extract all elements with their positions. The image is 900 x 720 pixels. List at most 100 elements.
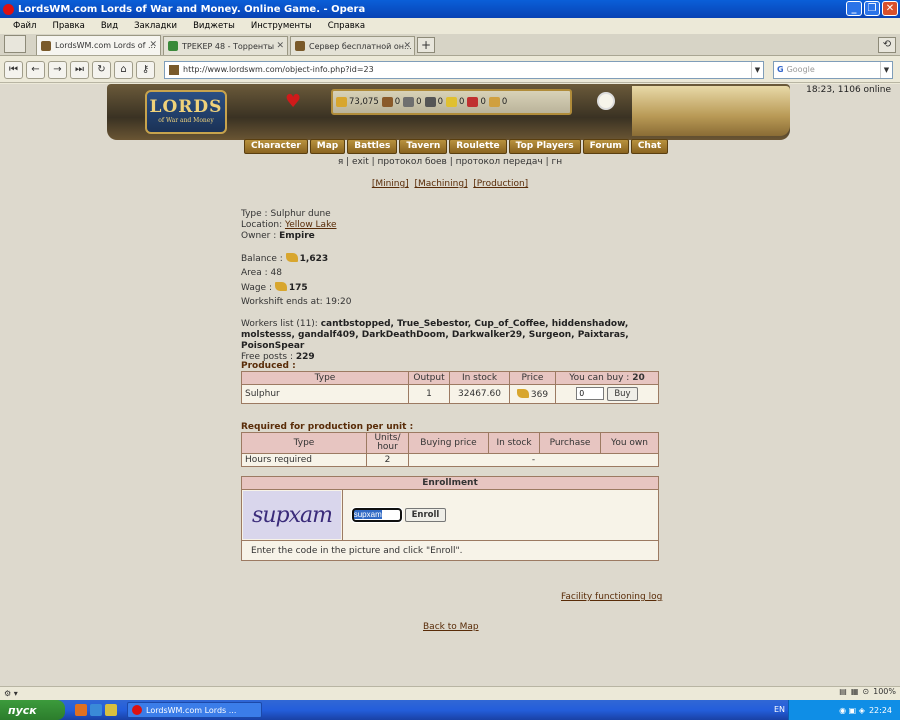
tab-close-icon[interactable]: ✕ — [403, 41, 411, 51]
nav-roulette[interactable]: Roulette — [449, 139, 507, 154]
view-icon[interactable]: ▤ — [839, 687, 847, 696]
menu-widgets[interactable]: Виджеты — [185, 21, 243, 31]
tab-bar: LordsWM.com Lords of ... ✕ ТРЕКЕР 48 - Т… — [0, 34, 900, 56]
col-units-hour: Units/ hour — [366, 432, 409, 454]
resource-crystal: 0 — [467, 97, 486, 107]
closed-tabs-icon[interactable]: ⟲ — [878, 37, 896, 53]
tab-lordswm[interactable]: LordsWM.com Lords of ... ✕ — [36, 35, 161, 55]
cell-output: 1 — [408, 384, 450, 404]
lords-logo[interactable]: LORDS of War and Money — [145, 90, 227, 134]
zoom-icon[interactable]: ⊙ — [862, 687, 869, 696]
favicon-icon — [168, 41, 178, 51]
captcha-code-input[interactable] — [350, 506, 403, 523]
type-line: Type : Sulphur dune — [241, 209, 331, 219]
location-link[interactable]: Yellow Lake — [285, 220, 337, 230]
windows-taskbar: пуск LordsWM.com Lords ... EN ◉ ▣ ◈ 22:2… — [0, 700, 900, 720]
nav-map[interactable]: Map — [309, 139, 346, 154]
address-toolbar: ⏮ ← → ⏭ ↻ ⌂ ⚷ http://www.lordswm.com/obj… — [0, 57, 900, 83]
cell-buy: Buy — [555, 384, 659, 404]
menu-view[interactable]: Вид — [93, 21, 126, 31]
quantity-input[interactable] — [576, 387, 605, 400]
gold-icon — [285, 253, 298, 262]
reload-button[interactable]: ↻ — [92, 60, 111, 79]
link-mining[interactable]: [Mining] — [372, 179, 409, 189]
close-button[interactable]: ✕ — [882, 1, 898, 16]
cell-type: Hours required — [241, 453, 367, 467]
fast-forward-button[interactable]: ⏭ — [70, 60, 89, 79]
captcha-cell: supxam — [241, 489, 343, 541]
gold-icon — [516, 388, 529, 398]
castle-panorama — [632, 86, 790, 136]
menu-edit[interactable]: Правка — [44, 21, 92, 31]
resource-gems: 0 — [488, 97, 507, 107]
page-content: LORDS of War and Money ♥ 73,075 0 0 0 0 … — [0, 84, 900, 686]
nav-battles[interactable]: Battles — [347, 139, 398, 154]
tab-close-icon[interactable]: ✕ — [149, 40, 157, 50]
forward-button[interactable]: → — [48, 60, 67, 79]
desktop-icon[interactable] — [90, 704, 102, 716]
facility-info: Type : Sulphur dune Location: Yellow Lak… — [241, 209, 661, 363]
status-bar: ⚙ ▾ ▤ ▦ ⊙ 100% — [0, 686, 900, 700]
url-field[interactable]: http://www.lordswm.com/object-info.php?i… — [164, 60, 764, 79]
col-type: Type — [241, 432, 367, 454]
nav-top-players[interactable]: Top Players — [508, 139, 581, 154]
captcha-image: supxam — [243, 491, 341, 539]
mercury-icon — [424, 97, 436, 107]
balance-line: Balance : 1,623 — [241, 253, 329, 264]
status-settings-icon[interactable]: ⚙ ▾ — [4, 689, 18, 698]
rewind-button[interactable]: ⏮ — [4, 60, 23, 79]
tab-server[interactable]: Сервер бесплатной он... ✕ — [290, 36, 415, 55]
location-line: Location: Yellow Lake — [241, 220, 337, 230]
firefox-icon[interactable] — [75, 704, 87, 716]
menu-file[interactable]: Файл — [5, 21, 44, 31]
cell-price: 369 — [509, 384, 556, 404]
menu-help[interactable]: Справка — [320, 21, 373, 31]
panel-toggle-button[interactable] — [4, 35, 26, 53]
nav-tavern[interactable]: Tavern — [399, 139, 448, 154]
taskbar-item-opera[interactable]: LordsWM.com Lords ... — [127, 702, 262, 718]
nav-chat[interactable]: Chat — [630, 139, 669, 154]
app-icon[interactable] — [105, 704, 117, 716]
zoom-level[interactable]: 100% — [873, 687, 896, 696]
link-machining[interactable]: [Machining] — [414, 179, 467, 189]
user-sublinks[interactable]: я | exit | протокол боев | протокол пере… — [0, 157, 900, 167]
ore-icon — [403, 97, 415, 107]
col-output: Output — [408, 371, 450, 385]
wand-button[interactable]: ⚷ — [136, 60, 155, 79]
home-button[interactable]: ⌂ — [114, 60, 133, 79]
image-icon[interactable]: ▦ — [851, 687, 859, 696]
facility-log-link[interactable]: Facility functioning log — [561, 592, 662, 602]
chevron-down-icon[interactable]: ▼ — [751, 61, 763, 78]
link-production[interactable]: [Production] — [473, 179, 528, 189]
chevron-down-icon[interactable]: ▼ — [880, 61, 892, 78]
col-in-stock: In stock — [449, 371, 510, 385]
resource-wood: 0 — [381, 97, 400, 107]
menu-tools[interactable]: Инструменты — [243, 21, 320, 31]
buy-button[interactable]: Buy — [607, 387, 638, 401]
enroll-button[interactable]: Enroll — [404, 508, 447, 523]
maximize-button[interactable]: ❐ — [864, 1, 880, 16]
cell-units: 2 — [366, 453, 409, 467]
menu-bookmarks[interactable]: Закладки — [126, 21, 185, 31]
minimize-button[interactable]: _ — [846, 1, 862, 16]
language-indicator[interactable]: EN — [774, 705, 785, 714]
crystal-icon — [467, 97, 479, 107]
start-button[interactable]: пуск — [0, 700, 65, 720]
new-tab-button[interactable]: + — [417, 37, 435, 53]
cell-type: Sulphur — [241, 384, 409, 404]
favicon-icon — [295, 41, 305, 51]
tab-close-icon[interactable]: ✕ — [276, 41, 284, 51]
nav-character[interactable]: Character — [244, 139, 308, 154]
cell-rest: - — [408, 453, 659, 467]
opera-icon — [132, 705, 142, 715]
menu-bar: Файл Правка Вид Закладки Виджеты Инструм… — [0, 18, 900, 34]
search-field[interactable]: G Google ▼ — [773, 60, 893, 79]
tray-icons[interactable]: ◉ ▣ ◈ — [839, 706, 865, 715]
gems-icon — [488, 97, 500, 107]
system-tray: ◉ ▣ ◈ 22:24 — [788, 700, 900, 720]
tab-tracker[interactable]: ТРЕКЕР 48 - Торренты ✕ — [163, 36, 288, 55]
nav-forum[interactable]: Forum — [582, 139, 629, 154]
back-button[interactable]: ← — [26, 60, 45, 79]
col-price: Price — [509, 371, 556, 385]
back-to-map-link[interactable]: Back to Map — [423, 622, 479, 632]
